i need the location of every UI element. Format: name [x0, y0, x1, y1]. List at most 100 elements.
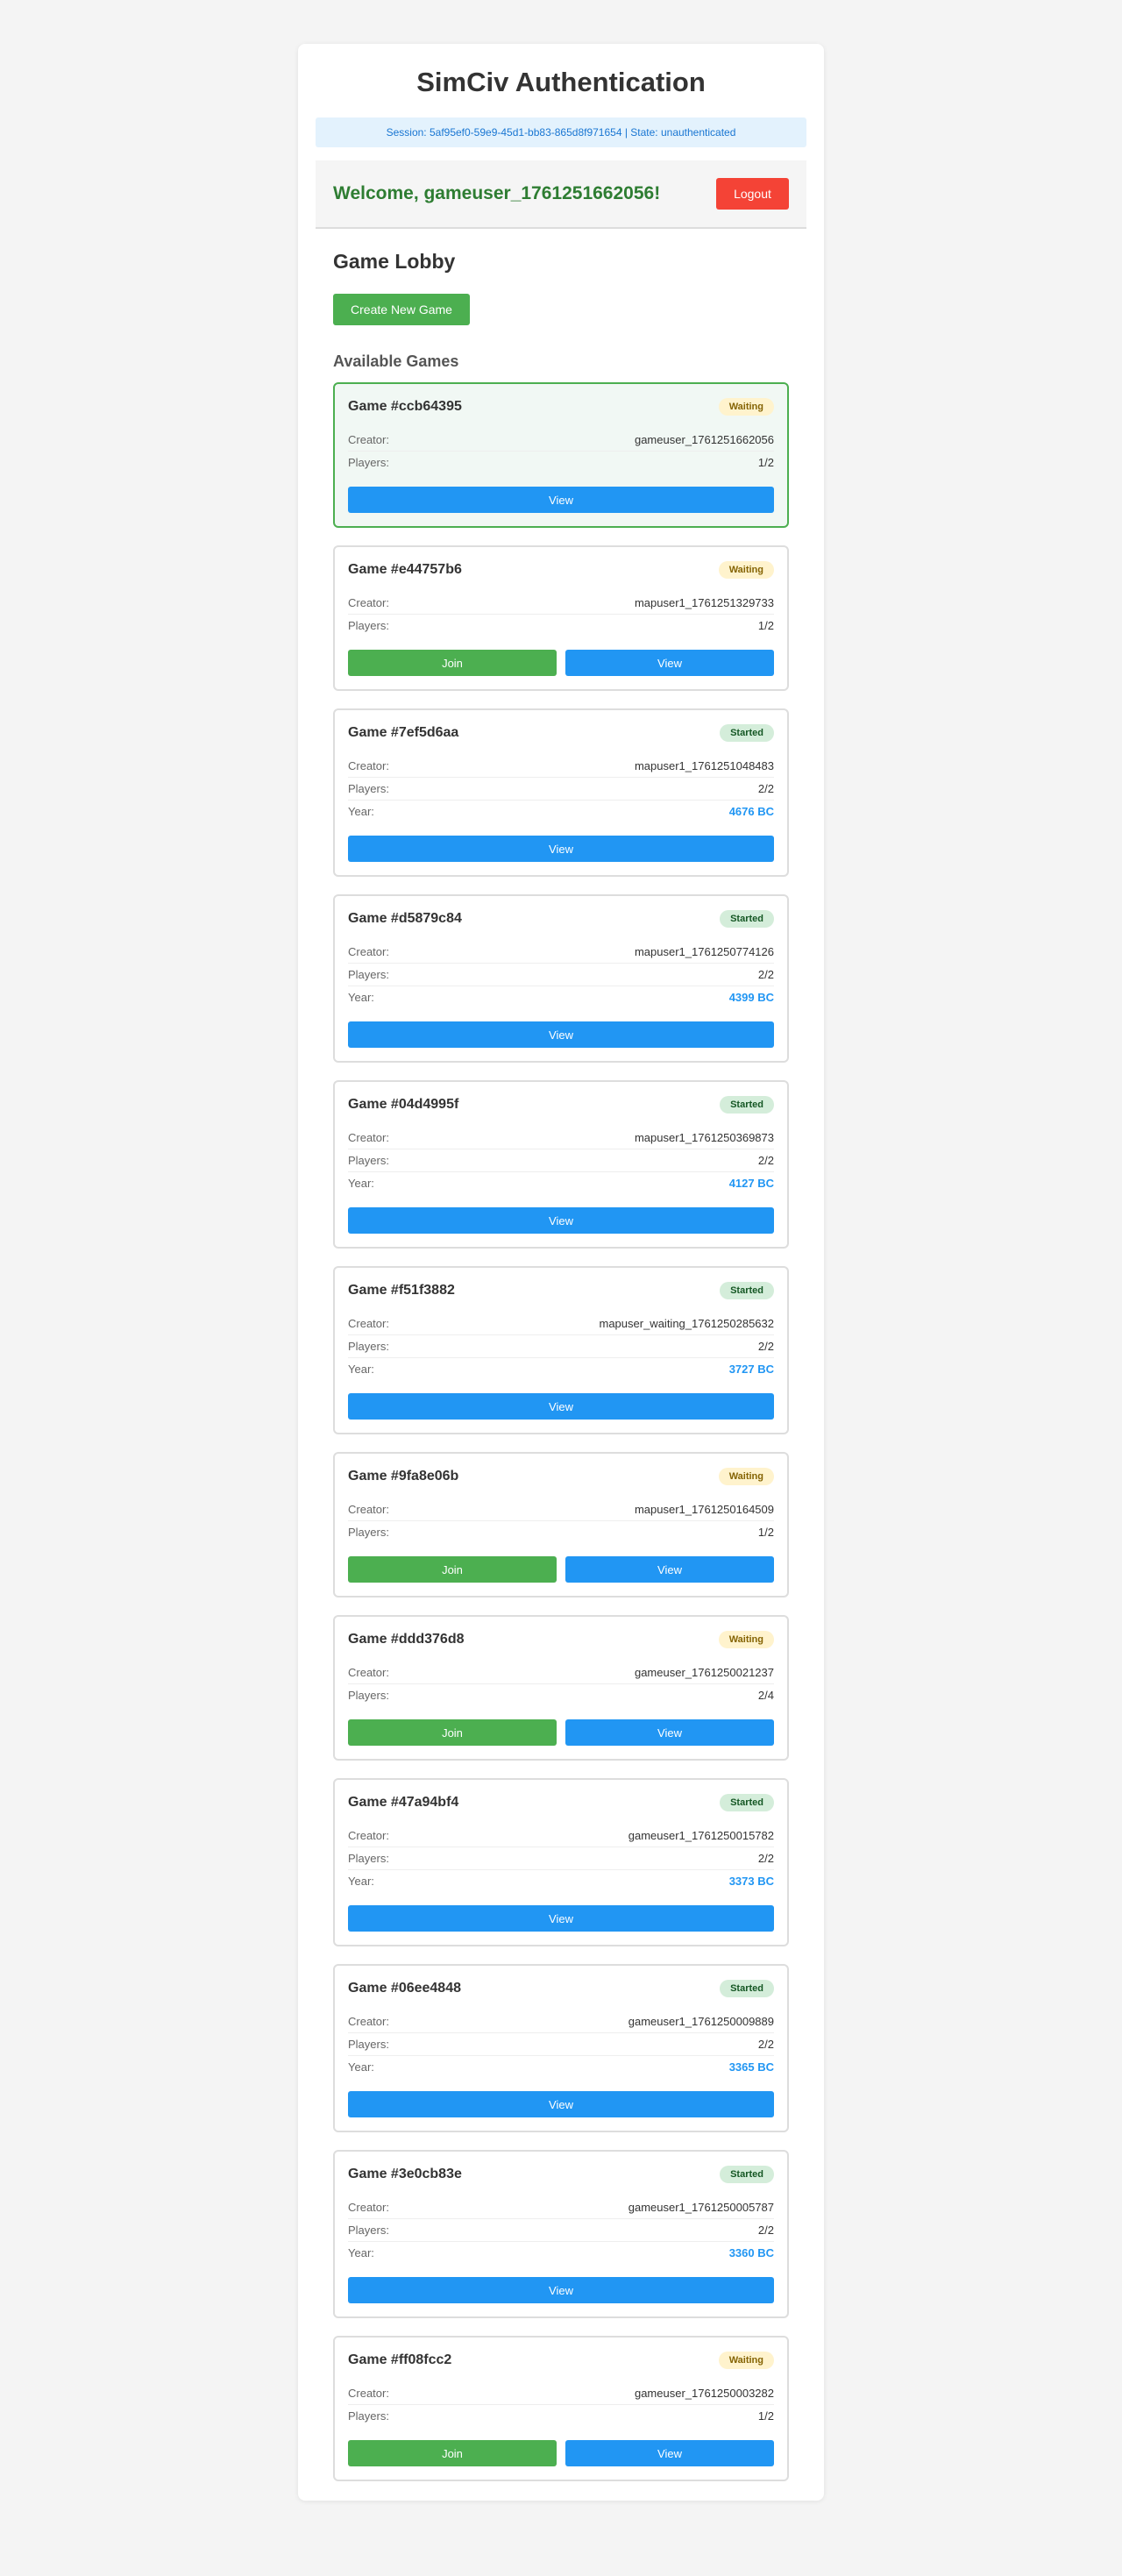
join-button[interactable]: Join — [348, 650, 557, 676]
game-card: Game #06ee4848 Started Creator: gameuser1_1… — [333, 1964, 789, 2132]
year-label: Year: — [348, 1875, 374, 1888]
game-title: Game #47a94bf4 — [348, 1795, 459, 1810]
players-value: 2/2 — [757, 2038, 774, 2051]
game-title: Game #04d4995f — [348, 1097, 459, 1112]
game-actions: View — [348, 487, 774, 513]
players-value: 1/2 — [757, 2409, 774, 2423]
players-value: 2/2 — [757, 2224, 774, 2237]
players-label: Players: — [348, 782, 389, 795]
status-badge: Started — [720, 1282, 774, 1299]
game-title: Game #e44757b6 — [348, 562, 462, 577]
year-value: 3373 BC — [728, 1875, 774, 1888]
year-row: Year: 3727 BC — [348, 1358, 774, 1381]
join-button[interactable]: Join — [348, 2440, 557, 2466]
players-row: Players: 2/4 — [348, 1684, 774, 1707]
view-button[interactable]: View — [348, 1905, 774, 1932]
view-button[interactable]: View — [348, 1207, 774, 1234]
game-title: Game #f51f3882 — [348, 1283, 455, 1298]
game-actions: Join View — [348, 650, 774, 676]
players-row: Players: 2/2 — [348, 1335, 774, 1358]
join-button[interactable]: Join — [348, 1556, 557, 1583]
players-row: Players: 1/2 — [348, 1521, 774, 1544]
players-row: Players: 2/2 — [348, 1149, 774, 1172]
players-label: Players: — [348, 1689, 389, 1702]
creator-label: Creator: — [348, 759, 389, 772]
game-card-header: Game #06ee4848 Started — [348, 1979, 774, 1998]
game-title: Game #9fa8e06b — [348, 1469, 459, 1484]
logout-button[interactable]: Logout — [716, 178, 789, 210]
creator-row: Creator: gameuser_1761251662056 — [348, 429, 774, 452]
creator-label: Creator: — [348, 433, 389, 446]
game-card-header: Game #ff08fcc2 Waiting — [348, 2351, 774, 2370]
year-label: Year: — [348, 1363, 374, 1376]
status-badge: Started — [720, 724, 774, 742]
year-label: Year: — [348, 2060, 374, 2074]
view-button[interactable]: View — [348, 487, 774, 513]
year-value: 3365 BC — [728, 2060, 774, 2074]
user-bar: Welcome, gameuser_1761251662056! Logout — [316, 160, 806, 229]
view-button[interactable]: View — [348, 836, 774, 862]
game-lobby: Game Lobby Create New Game Available Gam… — [316, 229, 806, 2481]
year-label: Year: — [348, 2246, 374, 2259]
game-card-header: Game #7ef5d6aa Started — [348, 723, 774, 743]
game-card: Game #3e0cb83e Started Creator: gameuser1_1… — [333, 2150, 789, 2318]
creator-row: Creator: mapuser1_1761251329733 — [348, 592, 774, 615]
game-actions: View — [348, 1207, 774, 1234]
players-label: Players: — [348, 1340, 389, 1353]
players-row: Players: 2/2 — [348, 2219, 774, 2242]
session-info: Session: 5af95ef0-59e9-45d1-bb83-865d8f9… — [316, 117, 806, 147]
creator-value: gameuser1_1761250005787 — [628, 2201, 774, 2214]
view-button[interactable]: View — [565, 2440, 774, 2466]
game-card-header: Game #3e0cb83e Started — [348, 2165, 774, 2184]
game-card-header: Game #47a94bf4 Started — [348, 1793, 774, 1812]
view-button[interactable]: View — [565, 1719, 774, 1746]
players-label: Players: — [348, 2409, 389, 2423]
join-button[interactable]: Join — [348, 1719, 557, 1746]
auth-container: SimCiv Authentication Session: 5af95ef0-… — [298, 44, 824, 2501]
game-title: Game #ccb64395 — [348, 399, 462, 414]
status-badge: Started — [720, 1096, 774, 1114]
game-card-header: Game #f51f3882 Started — [348, 1281, 774, 1300]
game-card-header: Game #ddd376d8 Waiting — [348, 1630, 774, 1649]
creator-label: Creator: — [348, 945, 389, 958]
players-row: Players: 1/2 — [348, 452, 774, 474]
status-badge: Started — [720, 910, 774, 928]
game-actions: View — [348, 2277, 774, 2303]
lobby-title: Game Lobby — [333, 250, 456, 273]
players-value: 1/2 — [757, 619, 774, 632]
year-row: Year: 3373 BC — [348, 1870, 774, 1893]
game-card: Game #7ef5d6aa Started Creator: mapuser1_17… — [333, 708, 789, 877]
creator-value: mapuser1_1761250369873 — [634, 1131, 774, 1144]
creator-value: gameuser_1761250021237 — [634, 1666, 774, 1679]
creator-row: Creator: gameuser1_1761250009889 — [348, 2010, 774, 2033]
creator-value: gameuser_1761251662056 — [634, 433, 774, 446]
year-label: Year: — [348, 1177, 374, 1190]
view-button[interactable]: View — [565, 650, 774, 676]
view-button[interactable]: View — [348, 1021, 774, 1048]
game-card-header: Game #ccb64395 Waiting — [348, 397, 774, 416]
game-actions: View — [348, 836, 774, 862]
creator-value: mapuser1_1761250164509 — [634, 1503, 774, 1516]
players-label: Players: — [348, 2038, 389, 2051]
game-actions: Join View — [348, 2440, 774, 2466]
view-button[interactable]: View — [565, 1556, 774, 1583]
view-button[interactable]: View — [348, 1393, 774, 1420]
year-label: Year: — [348, 991, 374, 1004]
status-badge: Waiting — [718, 561, 774, 579]
view-button[interactable]: View — [348, 2277, 774, 2303]
creator-row: Creator: mapuser1_1761250164509 — [348, 1498, 774, 1521]
creator-row: Creator: mapuser1_1761251048483 — [348, 755, 774, 778]
game-actions: Join View — [348, 1719, 774, 1746]
view-button[interactable]: View — [348, 2091, 774, 2117]
creator-row: Creator: gameuser_1761250021237 — [348, 1662, 774, 1684]
game-card-header: Game #04d4995f Started — [348, 1095, 774, 1114]
create-game-button[interactable]: Create New Game — [333, 294, 470, 325]
game-card: Game #04d4995f Started Creator: mapuser1_17… — [333, 1080, 789, 1249]
game-card: Game #ddd376d8 Waiting Creator: gameuser_17… — [333, 1615, 789, 1761]
status-badge: Waiting — [718, 1468, 774, 1485]
creator-row: Creator: gameuser1_1761250015782 — [348, 1825, 774, 1847]
game-actions: View — [348, 1021, 774, 1048]
creator-label: Creator: — [348, 596, 389, 609]
year-row: Year: 4127 BC — [348, 1172, 774, 1195]
players-row: Players: 2/2 — [348, 1847, 774, 1870]
